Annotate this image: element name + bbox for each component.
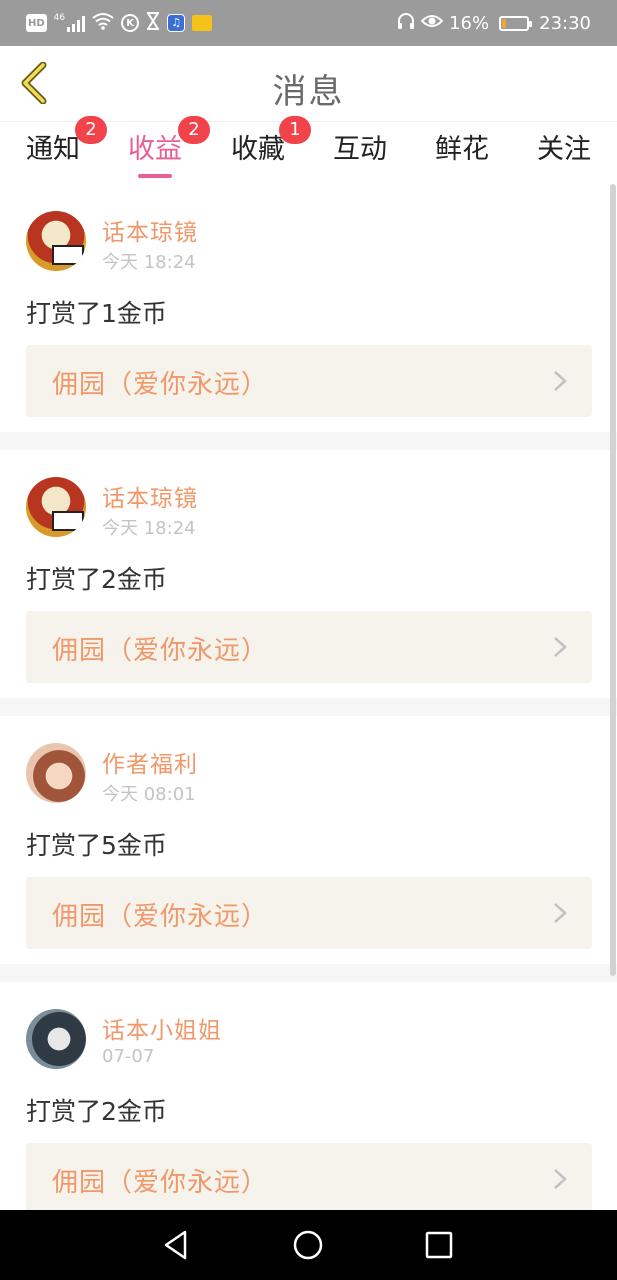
music-app-icon: ♫	[167, 14, 186, 32]
tab-label: 互动	[333, 134, 387, 165]
message-text: 打赏了2金币	[26, 565, 167, 594]
recents-nav-icon[interactable]	[423, 1229, 455, 1261]
message-list[interactable]: 话本琼镜 今天 18:24 打赏了1金币 佣园（爱你永远） 话本琼镜 今天 18…	[0, 184, 617, 1210]
chevron-right-icon	[554, 371, 567, 391]
headphones-icon	[397, 12, 415, 35]
book-title: 佣园（爱你永远）	[52, 636, 269, 666]
clock: 23:30	[539, 12, 591, 34]
scrollbar[interactable]	[610, 184, 616, 976]
tab-badge: 2	[75, 116, 107, 144]
avatar[interactable]	[26, 743, 86, 803]
wifi-icon	[92, 12, 114, 35]
avatar[interactable]	[26, 1009, 86, 1069]
tab-bar: 通知 2 收益 2 收藏 1 互动 鲜花 关注	[0, 116, 617, 184]
network-type-label: 46	[53, 13, 66, 23]
battery-percent: 16%	[449, 12, 490, 34]
timestamp: 今天 18:24	[102, 518, 196, 539]
message-text: 打赏了5金币	[26, 831, 167, 860]
tab-flowers[interactable]: 鲜花	[433, 130, 491, 184]
book-title: 佣园（爱你永远）	[52, 370, 269, 400]
avatar[interactable]	[26, 211, 86, 271]
message-text: 打赏了1金币	[26, 299, 167, 328]
tab-label: 关注	[537, 134, 591, 165]
app-icon	[192, 15, 213, 31]
app-screen: HD 46 K ♫ 16% 23:30 消息 通知 2 收益 2 收藏 1 互动…	[0, 0, 617, 1280]
active-tab-indicator	[138, 174, 172, 178]
tab-interaction[interactable]: 互动	[331, 130, 389, 184]
avatar[interactable]	[26, 477, 86, 537]
sender-name[interactable]: 话本小姐姐	[102, 1011, 222, 1045]
tab-following[interactable]: 关注	[535, 130, 593, 184]
k-app-icon: K	[121, 14, 140, 32]
tab-favorites[interactable]: 收藏 1	[229, 116, 311, 184]
book-title: 佣园（爱你永远）	[52, 1168, 269, 1198]
status-bar: HD 46 K ♫ 16% 23:30	[0, 0, 617, 46]
sender-name[interactable]: 话本琼镜	[102, 479, 198, 513]
signal-icon: 46	[53, 13, 86, 32]
status-bar-left: HD 46 K ♫	[26, 0, 213, 46]
tab-label: 鲜花	[435, 134, 489, 165]
timestamp: 今天 08:01	[102, 784, 196, 805]
sender-name[interactable]: 作者福利	[102, 745, 198, 779]
timestamp: 今天 18:24	[102, 252, 196, 273]
tab-badge: 1	[279, 116, 311, 144]
tab-badge: 2	[178, 116, 210, 144]
list-item: 作者福利 今天 08:01 打赏了5金币 佣园（爱你永远）	[0, 716, 617, 964]
book-link[interactable]: 佣园（爱你永远）	[26, 1143, 592, 1210]
tab-label: 通知	[26, 134, 80, 165]
tab-label: 收藏	[231, 134, 285, 165]
hourglass-icon	[146, 11, 160, 35]
tab-earnings[interactable]: 收益 2	[126, 116, 210, 184]
battery-fill	[502, 18, 507, 28]
page-title: 消息	[272, 72, 345, 112]
timestamp: 07-07	[102, 1046, 155, 1067]
battery-icon	[499, 15, 533, 31]
list-item: 话本琼镜 今天 18:24 打赏了1金币 佣园（爱你永远）	[0, 184, 617, 432]
eye-icon	[420, 13, 444, 34]
chevron-right-icon	[554, 1169, 567, 1189]
status-bar-right: 16% 23:30	[397, 0, 591, 46]
chevron-right-icon	[554, 637, 567, 657]
tab-label: 收益	[128, 134, 182, 165]
hd-icon: HD	[26, 14, 47, 32]
book-link[interactable]: 佣园（爱你永远）	[26, 345, 592, 417]
sender-name[interactable]: 话本琼镜	[102, 213, 198, 247]
back-nav-icon[interactable]	[161, 1229, 193, 1261]
book-link[interactable]: 佣园（爱你永远）	[26, 611, 592, 683]
home-nav-icon[interactable]	[292, 1229, 324, 1261]
chevron-right-icon	[554, 903, 567, 923]
system-nav-bar	[0, 1210, 617, 1280]
tab-notifications[interactable]: 通知 2	[24, 116, 107, 184]
message-text: 打赏了2金币	[26, 1097, 167, 1126]
book-title: 佣园（爱你永远）	[52, 902, 269, 932]
list-item: 话本琼镜 今天 18:24 打赏了2金币 佣园（爱你永远）	[0, 450, 617, 698]
book-link[interactable]: 佣园（爱你永远）	[26, 877, 592, 949]
list-item: 话本小姐姐 07-07 打赏了2金币 佣园（爱你永远）	[0, 982, 617, 1210]
app-header: 消息	[0, 46, 617, 122]
